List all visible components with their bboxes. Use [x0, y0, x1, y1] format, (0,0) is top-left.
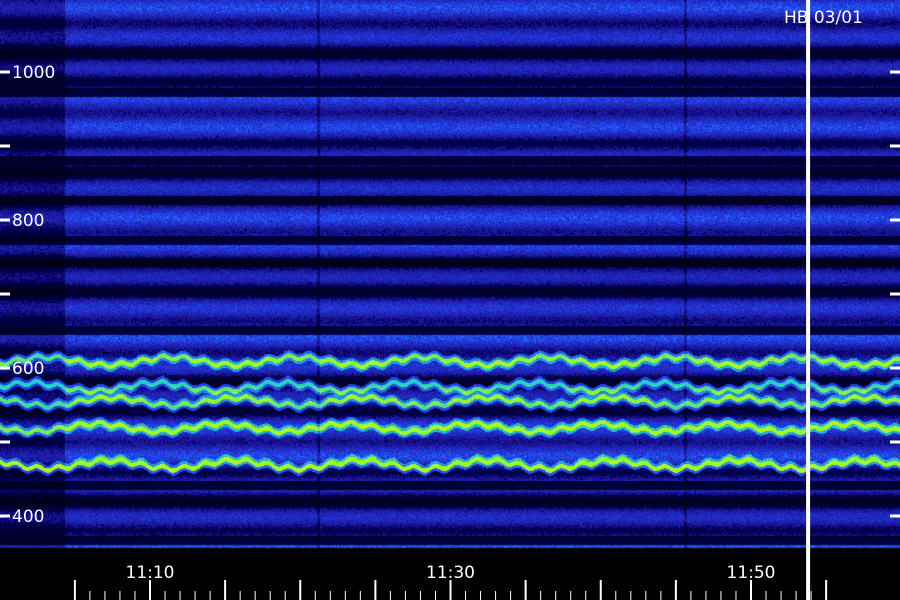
x-minor-tick	[269, 591, 271, 600]
y-tick-label: 1000	[12, 63, 55, 83]
x-tick-label: 11:50	[727, 563, 776, 583]
x-tick	[224, 580, 227, 600]
x-minor-tick	[615, 591, 617, 600]
y-tick-left-700	[0, 292, 10, 296]
station-label: HB 03/01	[784, 8, 863, 28]
x-tick	[374, 580, 377, 600]
x-minor-tick	[104, 591, 106, 600]
y-tick-left-500	[0, 440, 10, 444]
x-tick-label: 11:30	[426, 563, 475, 583]
x-minor-tick	[705, 591, 707, 600]
x-minor-tick	[570, 591, 572, 600]
time-marker-line	[806, 0, 811, 600]
x-minor-tick	[480, 591, 482, 600]
x-minor-tick	[284, 591, 286, 600]
x-minor-tick	[254, 591, 256, 600]
y-tick-label: 800	[12, 211, 44, 231]
x-tick	[149, 580, 151, 600]
x-minor-tick	[780, 591, 782, 600]
chart-overlay: 400 600 800 1000 11:10 11:30 11:50 HB 03/01	[0, 0, 900, 600]
x-minor-tick	[735, 591, 737, 600]
y-tick-left-1000	[0, 70, 10, 74]
x-tick	[449, 580, 452, 600]
x-minor-tick	[510, 591, 512, 600]
x-minor-tick	[164, 591, 166, 600]
x-minor-tick	[404, 591, 406, 600]
y-tick-right-800	[890, 218, 900, 222]
x-minor-tick	[134, 591, 136, 600]
x-axis: 11:10 11:30 11:50	[73, 563, 828, 600]
y-tick-label: 600	[12, 359, 44, 379]
x-tick-label: 11:10	[126, 563, 175, 583]
x-tick	[674, 580, 677, 600]
x-tick	[299, 580, 302, 600]
y-tick-right-600	[890, 366, 900, 370]
x-minor-tick	[495, 591, 497, 600]
y-tick-right-400	[890, 514, 900, 518]
y-tick-left-600	[0, 366, 10, 370]
x-minor-tick	[720, 591, 722, 600]
x-minor-tick	[314, 591, 316, 600]
y-tick-right-700	[890, 292, 900, 296]
x-minor-tick	[89, 591, 91, 600]
x-minor-tick	[690, 591, 692, 600]
x-minor-tick	[419, 591, 421, 600]
x-minor-tick	[555, 591, 557, 600]
y-tick-right-500	[890, 440, 900, 444]
y-tick-right-900	[890, 144, 900, 148]
x-minor-tick	[179, 591, 181, 600]
x-minor-tick	[194, 591, 196, 600]
y-tick-left-400	[0, 514, 10, 518]
x-tick	[524, 580, 527, 600]
x-tick	[750, 580, 752, 600]
x-minor-tick	[344, 591, 346, 600]
x-tick	[599, 580, 602, 600]
y-axis-left: 400 600 800 1000	[0, 63, 55, 527]
x-minor-tick	[810, 591, 812, 600]
x-minor-tick	[645, 591, 647, 600]
x-minor-tick	[585, 591, 587, 600]
x-minor-tick	[329, 591, 331, 600]
x-minor-tick	[660, 591, 662, 600]
x-minor-tick	[209, 591, 211, 600]
x-minor-tick	[465, 591, 467, 600]
x-minor-tick	[795, 591, 797, 600]
x-minor-tick	[239, 591, 241, 600]
x-minor-tick	[765, 591, 767, 600]
x-minor-tick	[630, 591, 632, 600]
y-tick-left-800	[0, 218, 10, 222]
y-tick-label: 400	[12, 507, 44, 527]
x-tick	[73, 580, 76, 600]
y-tick-left-900	[0, 144, 10, 148]
x-minor-tick	[434, 591, 436, 600]
x-minor-tick	[359, 591, 361, 600]
x-tick	[825, 580, 828, 600]
y-tick-right-1000	[890, 70, 900, 74]
x-minor-tick	[389, 591, 391, 600]
x-minor-tick	[119, 591, 121, 600]
y-axis-right	[890, 70, 900, 518]
x-minor-tick	[540, 591, 542, 600]
